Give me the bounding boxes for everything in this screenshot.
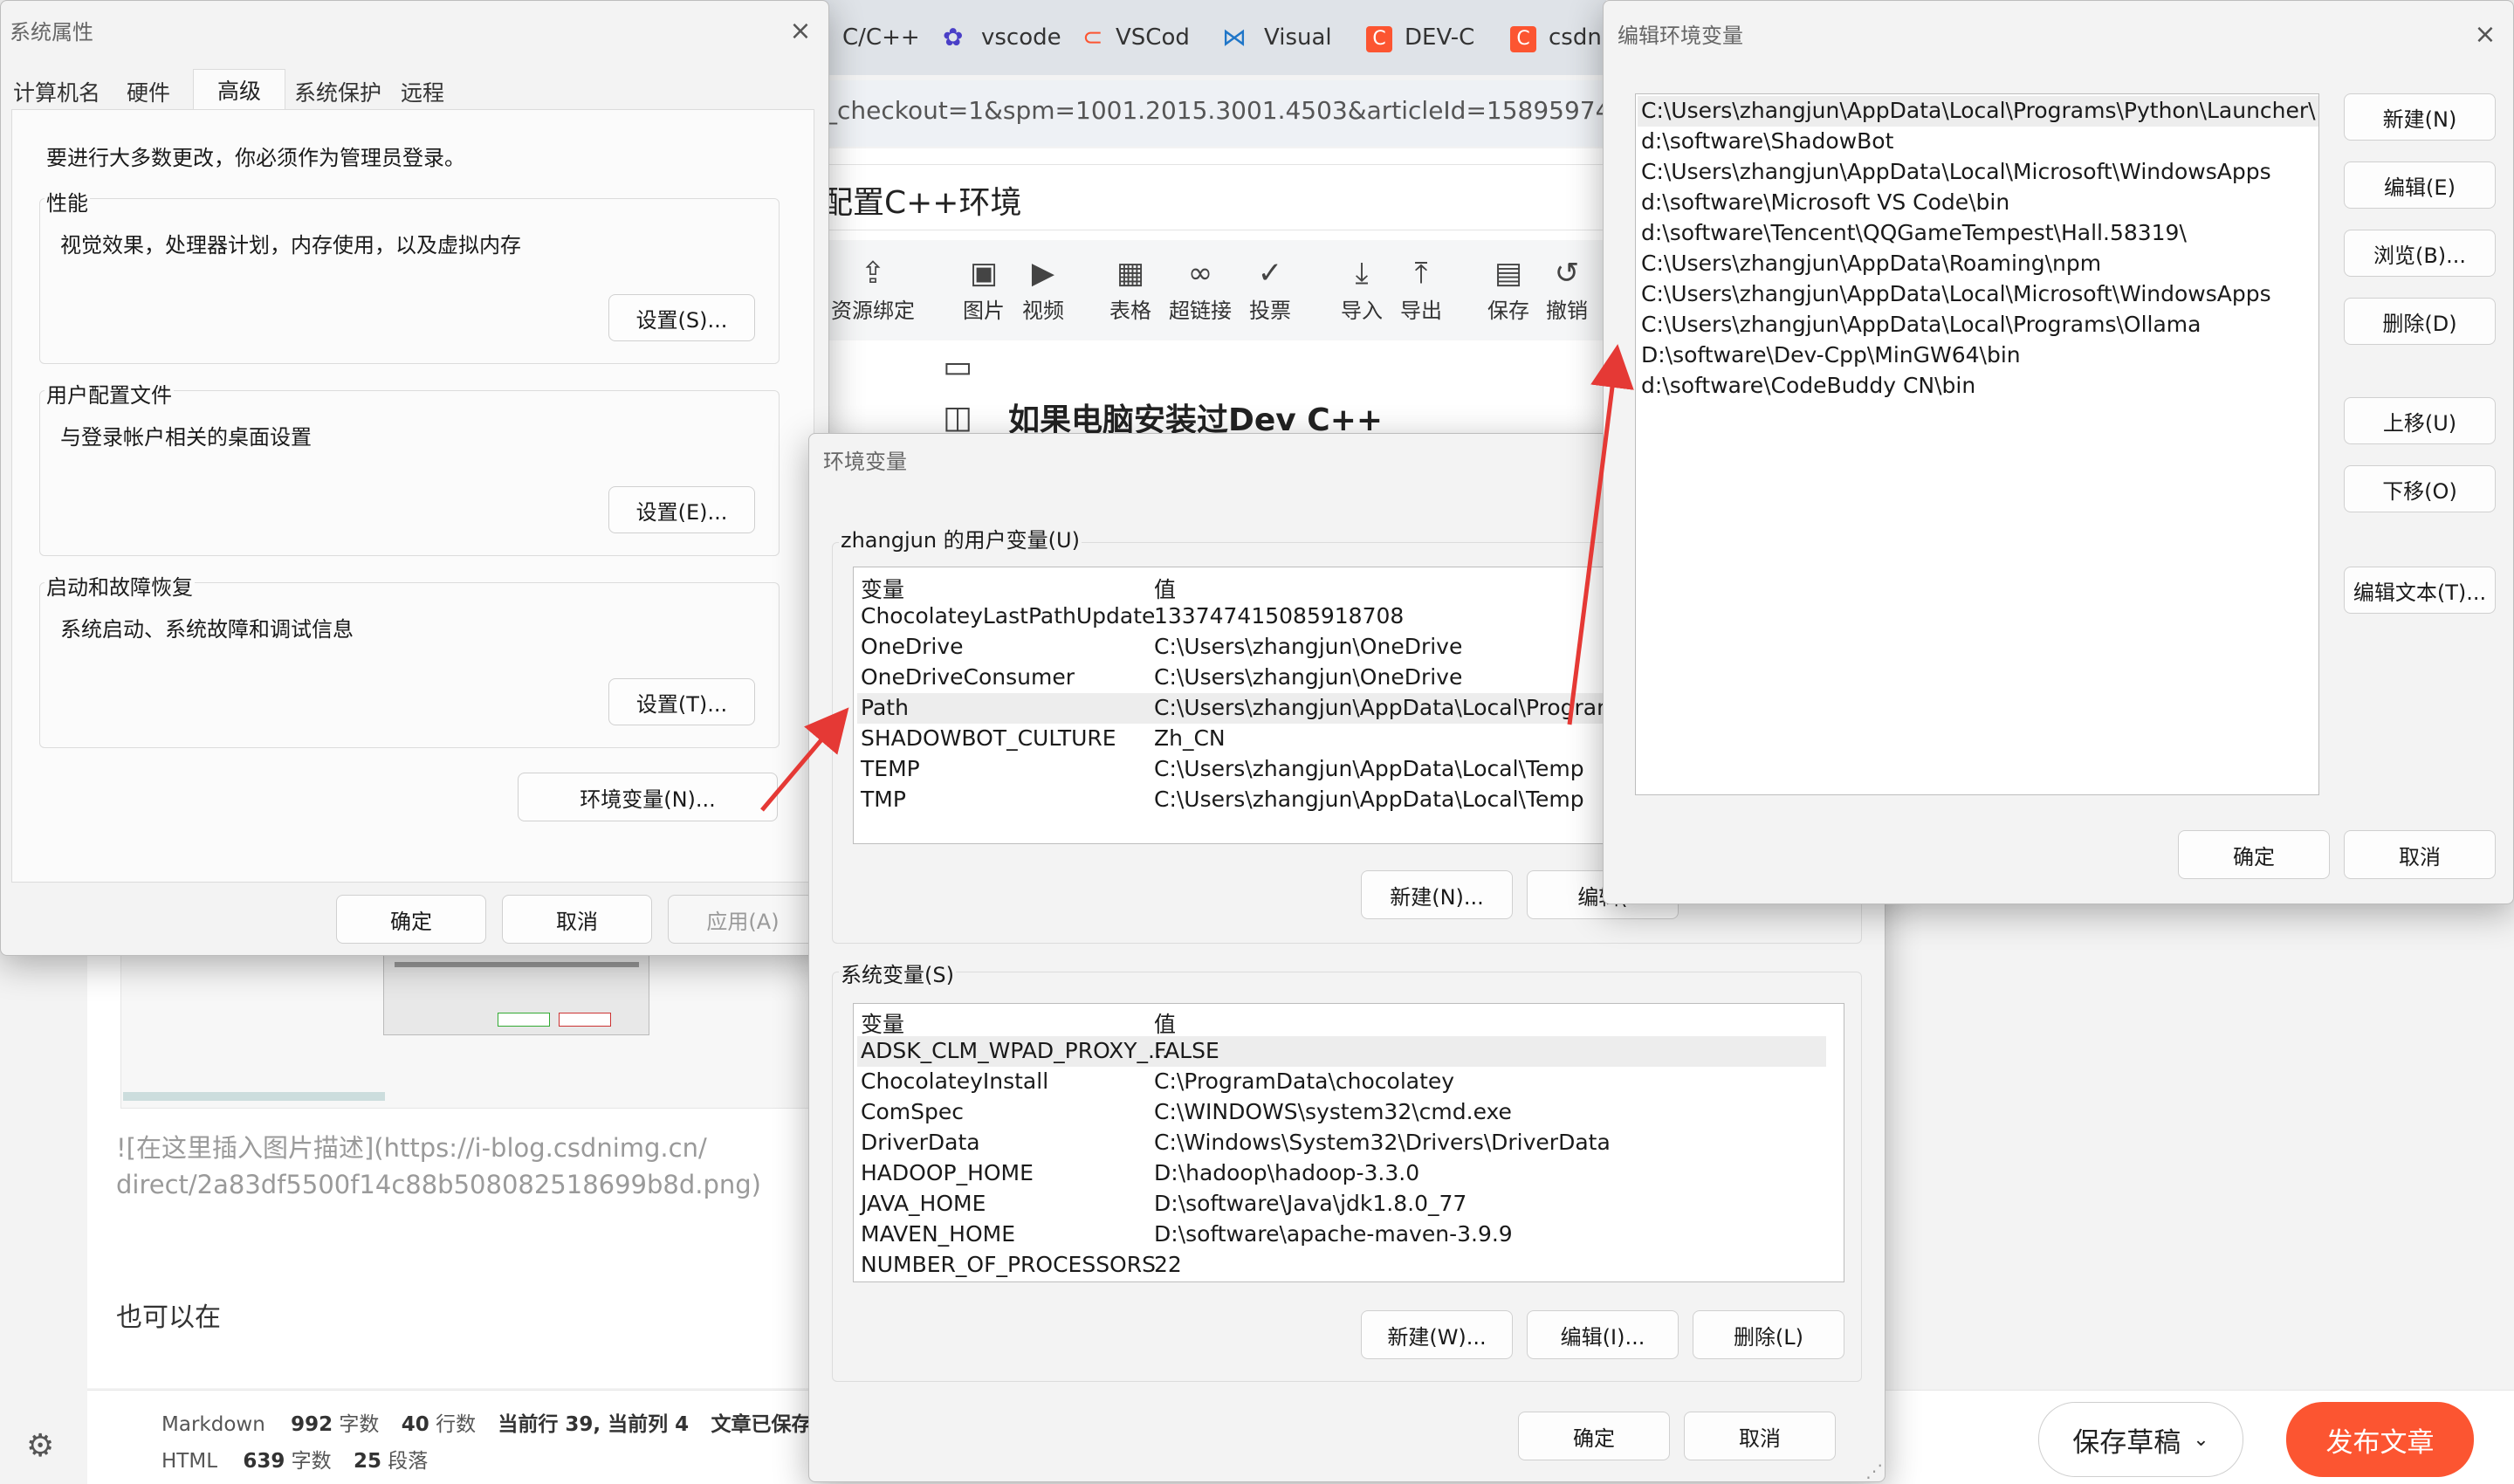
arrow-to-edit-dialog — [1567, 344, 1634, 725]
annotation-arrows — [760, 344, 1634, 812]
arrow-to-path-row — [760, 707, 849, 812]
